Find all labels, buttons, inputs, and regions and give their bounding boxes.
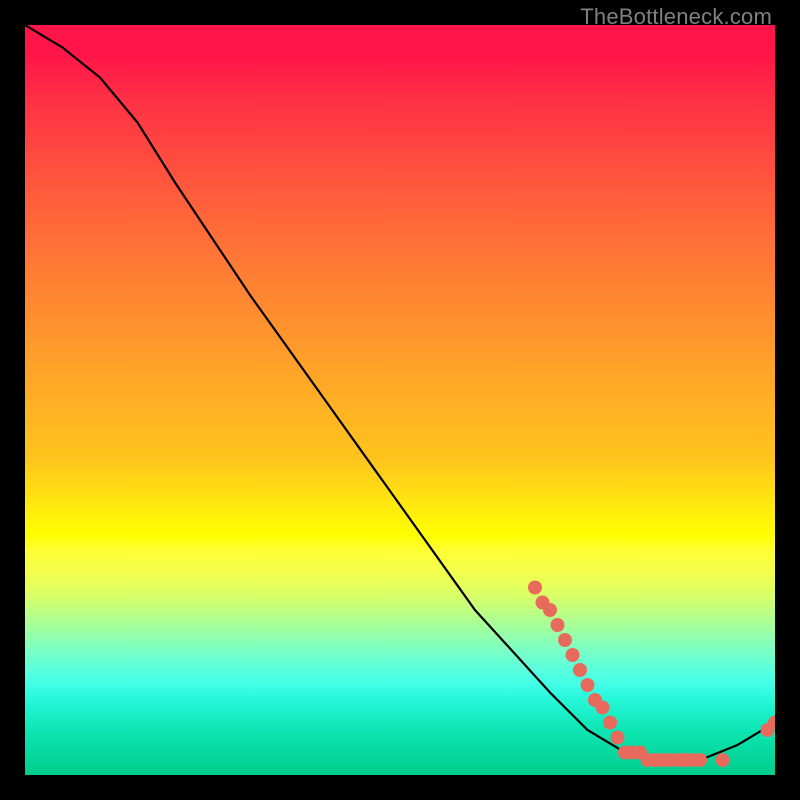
data-point [558, 633, 572, 647]
chart-frame: TheBottleneck.com [0, 0, 800, 800]
data-point [543, 603, 557, 617]
data-point [528, 581, 542, 595]
data-point [611, 731, 625, 745]
data-point [596, 701, 610, 715]
data-point [716, 753, 730, 767]
data-point [603, 716, 617, 730]
bottleneck-curve [25, 25, 775, 760]
data-point [581, 678, 595, 692]
attribution-watermark: TheBottleneck.com [580, 4, 772, 30]
data-point [693, 753, 707, 767]
plot-area [25, 25, 775, 775]
data-point [573, 663, 587, 677]
data-point [566, 648, 580, 662]
chart-svg [25, 25, 775, 775]
data-point [551, 618, 565, 632]
